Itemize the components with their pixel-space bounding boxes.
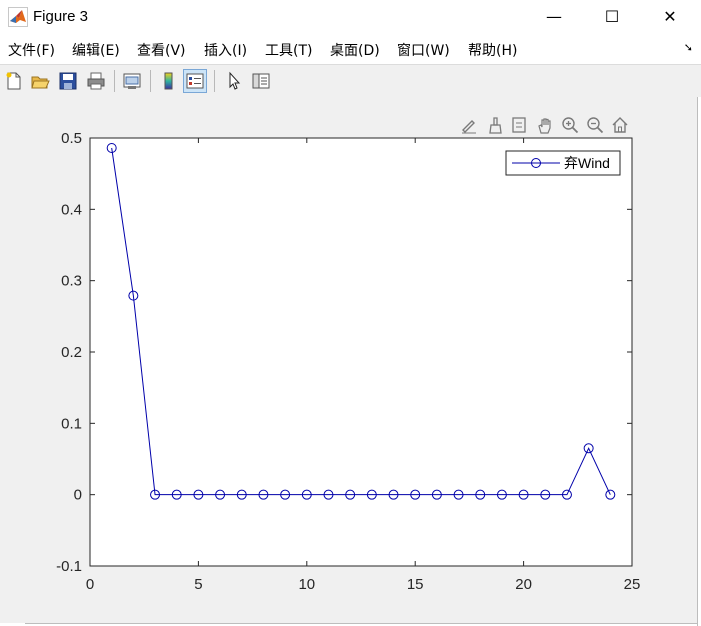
legend[interactable]: 弃Wind	[505, 150, 621, 176]
y-tick-label: 0.2	[61, 344, 82, 361]
line-chart[interactable]: 0 5 10 15 20 25-0.100.10.20.30.40.5 弃Wind	[0, 0, 701, 626]
y-tick-label: 0	[74, 487, 82, 504]
x-tick-label: 25	[624, 576, 641, 593]
x-tick-label: 0	[86, 576, 94, 593]
y-tick-label: 0.4	[61, 201, 82, 218]
y-tick-label: 0.3	[61, 273, 82, 290]
axes-background	[90, 138, 632, 566]
x-tick-label: 10	[298, 576, 315, 593]
x-tick-label: 15	[407, 576, 424, 593]
y-tick-label: -0.1	[56, 558, 82, 575]
legend-label: 弃Wind	[564, 155, 610, 171]
x-tick-label: 20	[515, 576, 532, 593]
y-tick-label: 0.1	[61, 415, 82, 432]
y-tick-label: 0.5	[61, 130, 82, 147]
x-tick-label: 5	[194, 576, 202, 593]
